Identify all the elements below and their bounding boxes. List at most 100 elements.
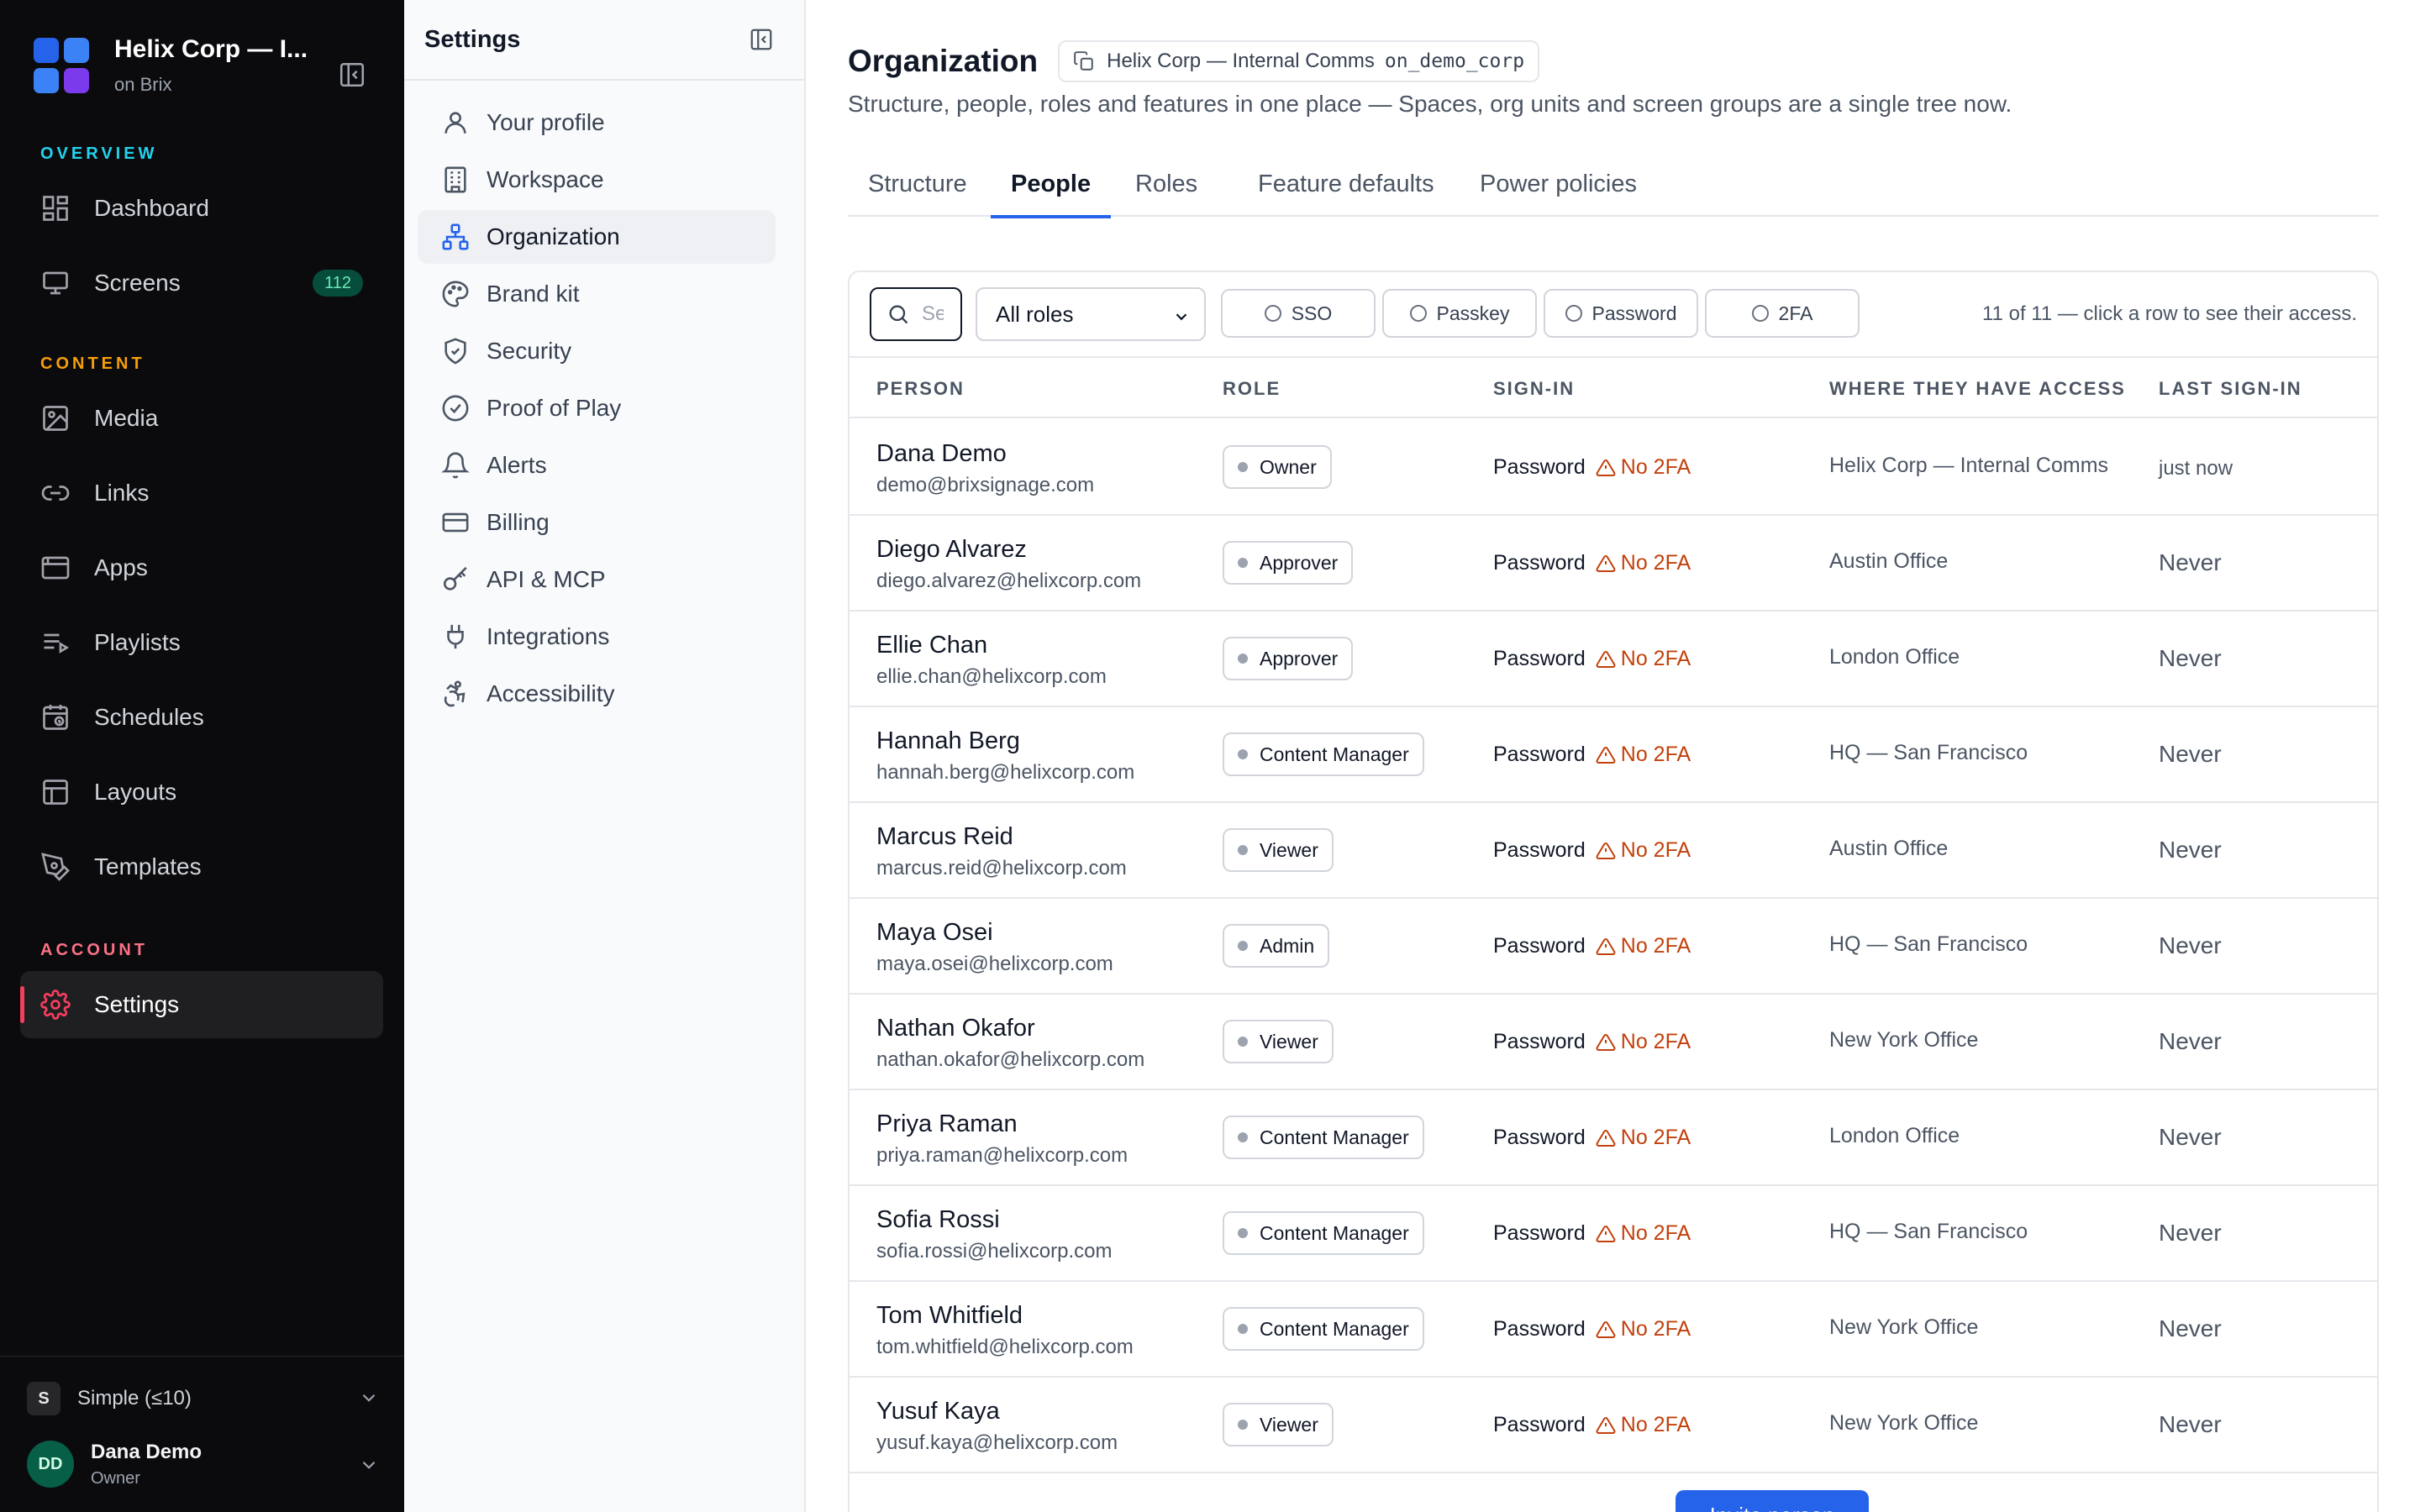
column-access: WHERE THEY HAVE ACCESS: [1829, 378, 2126, 399]
filter-password-label: Password: [1591, 302, 1677, 324]
filter-password[interactable]: Password: [1544, 289, 1698, 338]
person-name: Priya Raman: [876, 1110, 1018, 1137]
settings-item-profile[interactable]: Your profile: [418, 96, 776, 150]
settings-item-api[interactable]: API & MCP: [418, 553, 776, 606]
check-circle-icon: [441, 394, 470, 423]
section-overview-label: OVERVIEW: [40, 144, 158, 163]
sign-in-label: Password: [1493, 838, 1586, 862]
tab-feature-defaults[interactable]: Feature defaults: [1238, 151, 1455, 217]
nav-dashboard[interactable]: Dashboard: [20, 175, 383, 242]
person-email: demo@brixsignage.com: [876, 474, 1095, 496]
table-row[interactable]: Nathan Okafor nathan.okafor@helixcorp.com…: [850, 995, 2377, 1090]
settings-item-integrations[interactable]: Integrations: [418, 610, 776, 664]
search-field[interactable]: [870, 287, 962, 341]
warning-icon: [1596, 1032, 1616, 1053]
table-row[interactable]: Priya Raman priya.raman@helixcorp.com Cont…: [850, 1090, 2377, 1186]
role-label: Admin: [1260, 934, 1315, 957]
warning-icon: [1596, 1415, 1616, 1436]
table-row[interactable]: Tom Whitfield tom.whitfield@helixcorp.com…: [850, 1282, 2377, 1378]
tab-bar: Structure People Roles Feature defaults …: [848, 151, 2379, 218]
tab-structure[interactable]: Structure: [848, 151, 987, 217]
settings-item-accessibility[interactable]: Accessibility: [418, 667, 776, 721]
access-location: Austin Office: [1829, 837, 1949, 860]
person-name: Diego Alvarez: [876, 536, 1027, 563]
settings-item-brand-kit[interactable]: Brand kit: [418, 267, 776, 321]
warning-icon: [1596, 649, 1616, 669]
table-row[interactable]: Marcus Reid marcus.reid@helixcorp.com View…: [850, 803, 2377, 899]
last-sign-in: Never: [2159, 932, 2222, 958]
nav-templates[interactable]: Templates: [20, 833, 383, 900]
sign-in-method: Password No 2FA: [1493, 551, 1691, 575]
settings-item-billing[interactable]: Billing: [418, 496, 776, 549]
sign-in-label: Password: [1493, 455, 1586, 479]
results-count: 11 of 11 — click a row to see their acce…: [1982, 302, 2357, 325]
collapse-panel-icon[interactable]: [749, 27, 774, 52]
warning-label: No 2FA: [1620, 455, 1691, 479]
status-dot: [1238, 654, 1248, 664]
sign-in-label: Password: [1493, 1030, 1586, 1053]
filter-2fa-label: 2FA: [1778, 302, 1813, 324]
table-row[interactable]: Dana Demo demo@brixsignage.com Owner Passwo…: [850, 420, 2377, 516]
role-filter-select[interactable]: All roles: [976, 287, 1206, 341]
tab-roles[interactable]: Roles: [1115, 151, 1218, 217]
settings-item-security[interactable]: Security: [418, 324, 776, 378]
table-row[interactable]: Hannah Berg hannah.berg@helixcorp.com Cont…: [850, 707, 2377, 803]
nav-links[interactable]: Links: [20, 459, 383, 527]
org-name: Helix Corp — Internal Comms: [1107, 50, 1375, 72]
people-card: All roles SSO Passkey Password 2FA 11 of…: [848, 270, 2379, 1512]
warning-label: No 2FA: [1620, 1317, 1691, 1341]
settings-item-label: Alerts: [487, 452, 547, 478]
person-name: Tom Whitfield: [876, 1302, 1023, 1329]
search-input[interactable]: [922, 302, 944, 326]
access-location: New York Office: [1829, 1411, 1979, 1435]
settings-item-label: Billing: [487, 509, 550, 535]
nav-dashboard-label: Dashboard: [94, 195, 209, 221]
table-row[interactable]: Diego Alvarez diego.alvarez@helixcorp.com…: [850, 516, 2377, 612]
nav-schedules[interactable]: Schedules: [20, 684, 383, 751]
user-menu[interactable]: DD Dana Demo Owner: [27, 1437, 380, 1491]
nav-layouts[interactable]: Layouts: [20, 759, 383, 826]
nav-media[interactable]: Media: [20, 385, 383, 452]
settings-item-label: Security: [487, 338, 572, 364]
settings-item-workspace[interactable]: Workspace: [418, 153, 776, 207]
settings-item-label: Organization: [487, 223, 620, 249]
tab-people[interactable]: People: [991, 151, 1112, 218]
table-row[interactable]: Yusuf Kaya yusuf.kaya@helixcorp.com Viewer…: [850, 1378, 2377, 1473]
access-location: New York Office: [1829, 1028, 1979, 1052]
workspace-switcher[interactable]: Helix Corp — I... on Brix: [34, 35, 308, 96]
tab-power-policies[interactable]: Power policies: [1460, 151, 1657, 217]
settings-item-proof-of-play[interactable]: Proof of Play: [418, 381, 776, 435]
settings-item-label: Workspace: [487, 166, 604, 192]
playlist-icon: [40, 627, 71, 658]
settings-item-organization[interactable]: Organization: [418, 210, 776, 264]
nav-screens[interactable]: Screens 112: [20, 249, 383, 317]
filter-sso-label: SSO: [1291, 302, 1333, 324]
page-title: Organization: [848, 44, 1039, 78]
table-row[interactable]: Ellie Chan ellie.chan@helixcorp.com Approv…: [850, 612, 2377, 707]
invite-person-button[interactable]: Invite person: [1676, 1490, 1869, 1512]
last-sign-in: Never: [2159, 1028, 2222, 1054]
last-sign-in: Never: [2159, 1315, 2222, 1341]
filter-passkey[interactable]: Passkey: [1382, 289, 1537, 338]
mode-selector[interactable]: S Simple (≤10): [27, 1380, 380, 1417]
nav-settings[interactable]: Settings: [20, 971, 383, 1038]
collapse-sidebar-icon[interactable]: [338, 60, 366, 89]
sign-in-label: Password: [1493, 551, 1586, 575]
nav-apps[interactable]: Apps: [20, 534, 383, 601]
table-row[interactable]: Sofia Rossi sofia.rossi@helixcorp.com Cont…: [850, 1186, 2377, 1282]
role-badge: Approver: [1223, 541, 1354, 585]
copy-org-id-button[interactable]: Helix Corp — Internal Comms on_demo_corp: [1058, 40, 1540, 82]
person-email: hannah.berg@helixcorp.com: [876, 761, 1135, 784]
settings-item-label: Brand kit: [487, 281, 580, 307]
table-row[interactable]: Maya Osei maya.osei@helixcorp.com Admin Pas…: [850, 899, 2377, 995]
nav-playlists[interactable]: Playlists: [20, 609, 383, 676]
search-icon: [886, 302, 910, 326]
sign-in-method: Password No 2FA: [1493, 838, 1691, 863]
org-chart-icon: [441, 223, 470, 251]
settings-item-alerts[interactable]: Alerts: [418, 438, 776, 492]
filter-2fa[interactable]: 2FA: [1705, 289, 1860, 338]
filter-sso[interactable]: SSO: [1221, 289, 1376, 338]
column-person: PERSON: [876, 378, 965, 399]
role-badge: Content Manager: [1223, 1116, 1424, 1159]
person-name: Nathan Okafor: [876, 1015, 1035, 1042]
